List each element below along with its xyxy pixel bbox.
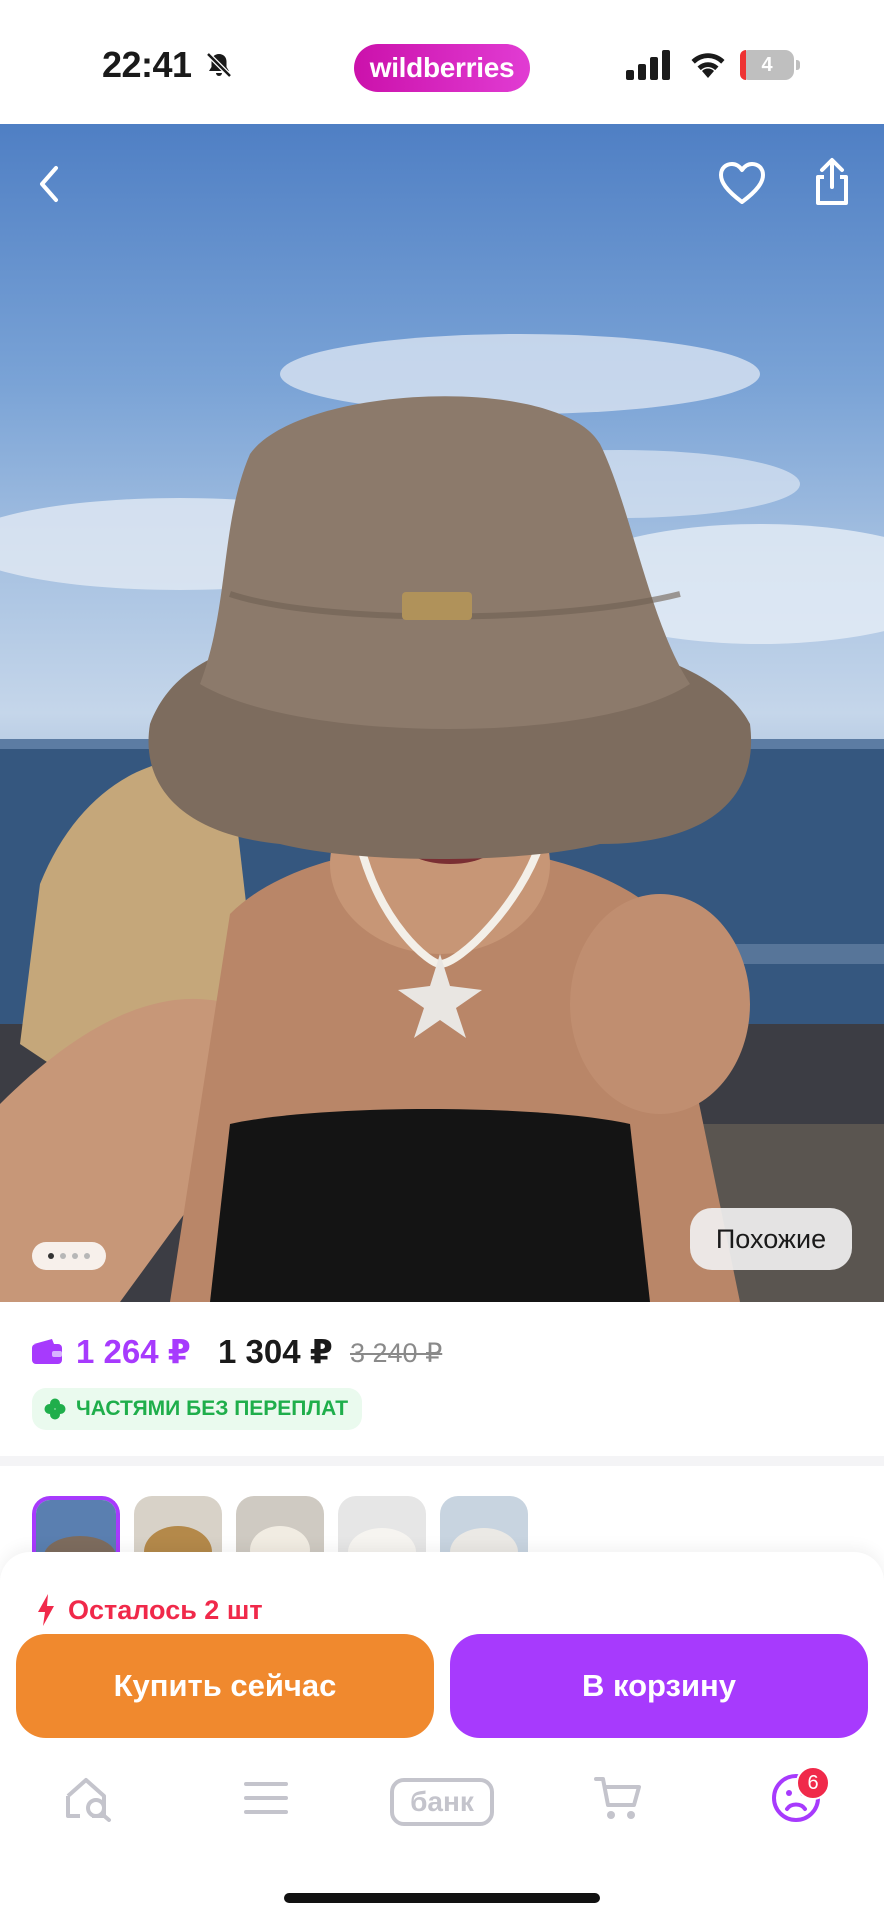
home-search-icon [66,1778,111,1822]
similar-products-button[interactable]: Похожие [690,1208,852,1270]
bell-muted-icon [206,52,232,78]
lightning-icon [38,1594,54,1626]
stock-indicator: Осталось 2 шт [36,1592,263,1628]
color-variants [0,1466,884,1566]
gallery-dot [72,1253,78,1259]
product-photo-gallery[interactable]: Похожие [0,124,884,1302]
tab-cart[interactable] [588,1770,648,1826]
menu-icon [244,1782,288,1814]
status-bar: 22:41 wildberries 4 [0,0,884,124]
share-icon [816,158,848,205]
section-divider [0,1456,884,1466]
cart-icon [594,1777,641,1819]
gallery-dot [60,1253,66,1259]
brand-logo: wildberries [354,44,530,92]
cellular-signal-icon [626,50,670,80]
favorite-button[interactable] [714,156,770,212]
tab-bank[interactable]: банк [390,1778,494,1826]
clover-icon [44,1398,66,1420]
purchase-panel: Осталось 2 шт Купить сейчас В корзину [0,1552,884,1920]
back-button[interactable] [22,156,78,212]
tab-home[interactable] [60,1770,120,1826]
stock-text: Осталось 2 шт [68,1594,263,1625]
buy-now-button[interactable]: Купить сейчас [16,1634,434,1738]
gallery-dot [84,1253,90,1259]
share-button[interactable] [804,154,860,210]
product-photo [0,334,884,1302]
home-indicator[interactable] [284,1893,600,1903]
wallet-icon [32,1339,62,1364]
profile-notification-badge: 6 [796,1766,830,1800]
old-price: 3 240 ₽ [350,1338,443,1368]
tab-catalog[interactable] [236,1770,296,1826]
battery-level: 4 [761,53,773,76]
status-time: 22:41 [102,44,192,85]
battery-icon: 4 [740,50,800,80]
heart-icon [719,162,765,204]
chevron-left-icon [40,166,58,202]
wifi-icon [691,53,725,78]
installment-label: ЧАСТЯМИ БЕЗ ПЕРЕПЛАТ [76,1397,349,1420]
price-card: 1 264 ₽ 1 304 ₽ 3 240 ₽ ЧАСТЯМИ БЕЗ ПЕРЕ… [0,1302,884,1456]
gallery-page-indicator [32,1242,106,1270]
installment-badge[interactable]: ЧАСТЯМИ БЕЗ ПЕРЕПЛАТ [32,1388,363,1430]
wallet-price: 1 264 ₽ [76,1333,191,1370]
add-to-cart-button[interactable]: В корзину [450,1634,868,1738]
current-price: 1 304 ₽ [218,1333,333,1370]
gallery-dot [48,1253,54,1259]
